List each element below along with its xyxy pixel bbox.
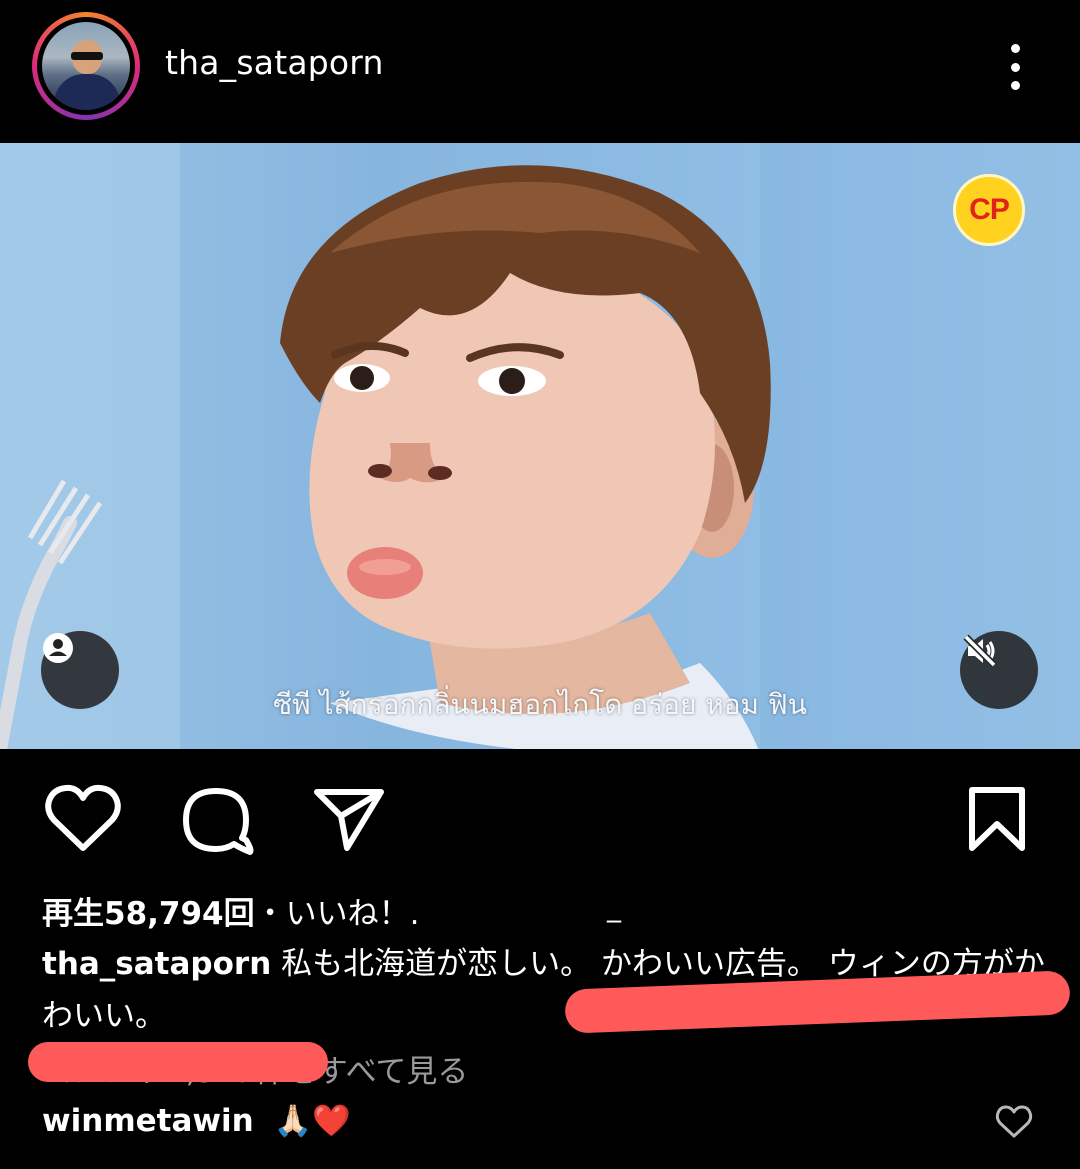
cp-brand-logo: CP xyxy=(953,174,1025,246)
profile-avatar[interactable] xyxy=(32,12,140,120)
likes-link[interactable]: ・いいね！. xyxy=(255,896,420,932)
comment-bubble-icon[interactable] xyxy=(180,784,254,860)
comment-heart-icon[interactable] xyxy=(995,1105,1033,1143)
paper-plane-icon[interactable] xyxy=(313,786,385,856)
comment-text: 🙏🏻❤️ xyxy=(273,1103,351,1139)
post-video[interactable]: CP ซีพี ไส้กรอกกลิ่นนมฮอกไกโด อร่อย หอม … xyxy=(0,143,1080,749)
heart-outline-icon[interactable] xyxy=(44,784,122,858)
avatar-image xyxy=(42,22,130,110)
caption-username[interactable]: tha_sataporn xyxy=(42,946,271,982)
post-username[interactable]: tha_sataporn xyxy=(165,43,384,82)
view-count[interactable]: 再生58,794回・いいね！. xyxy=(42,888,420,933)
stray-underscore: _ xyxy=(607,890,621,923)
redaction-scribble xyxy=(28,1042,328,1082)
post-actions xyxy=(0,780,1080,860)
video-frame xyxy=(0,143,1080,749)
post-header: tha_sataporn xyxy=(0,0,1080,140)
comment-item: winmetawin 🙏🏻❤️ xyxy=(42,1102,351,1139)
comment-username[interactable]: winmetawin xyxy=(42,1103,254,1139)
more-options-icon[interactable] xyxy=(998,40,1032,94)
person-tag-icon[interactable] xyxy=(41,631,119,709)
speaker-muted-icon[interactable] xyxy=(960,631,1038,709)
views-label: 再生58,794回 xyxy=(42,896,255,932)
video-subtitle: ซีพี ไส้กรอกกลิ่นนมฮอกไกโด อร่อย หอม ฟิน xyxy=(273,688,807,721)
bookmark-outline-icon[interactable] xyxy=(966,786,1028,856)
